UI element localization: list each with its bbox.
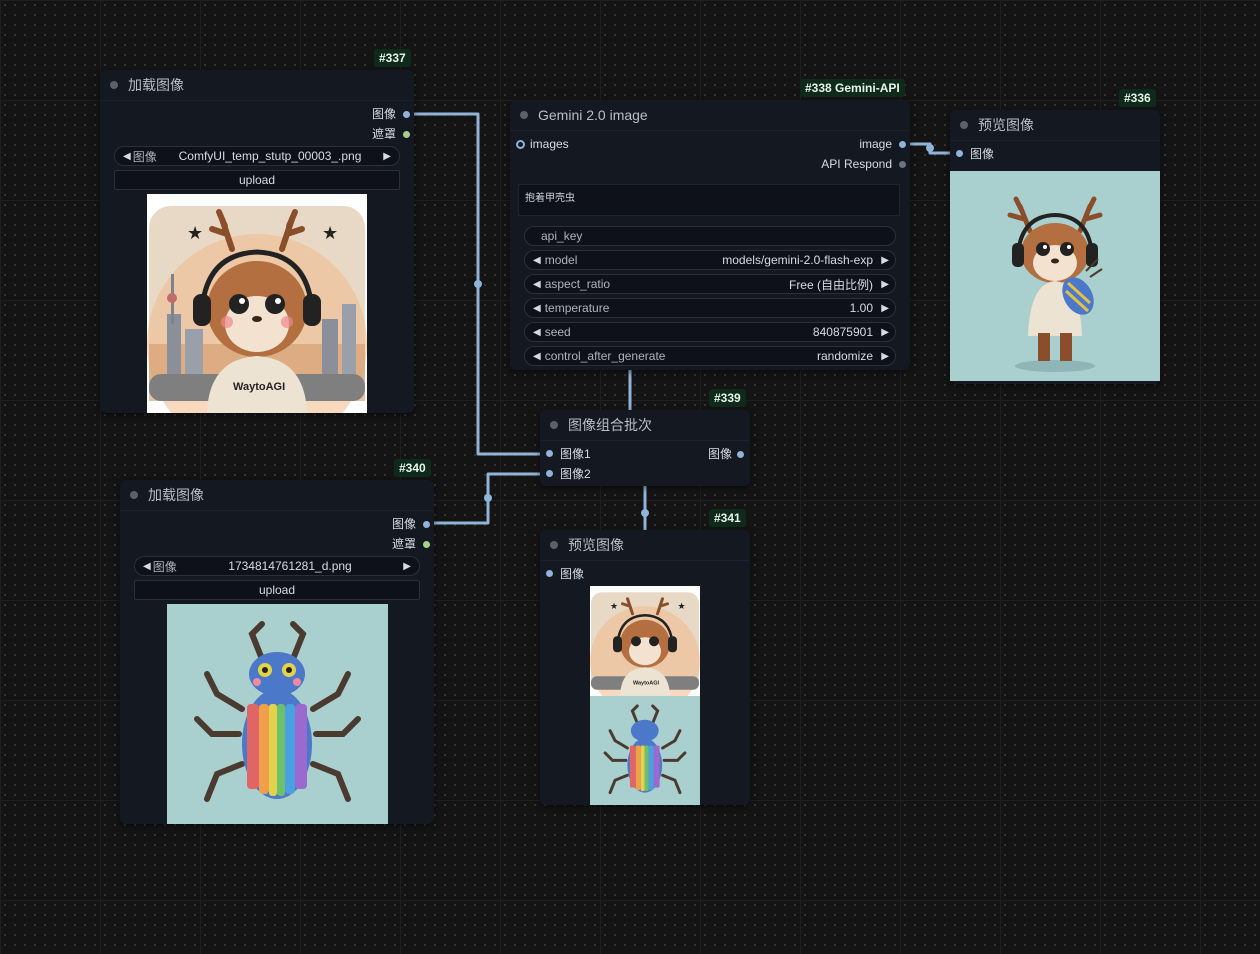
output-image-port[interactable] [737, 451, 744, 458]
output-image-port[interactable] [899, 141, 906, 148]
preview-deer-beetle-image [950, 171, 1160, 381]
input-image-label: 图像 [560, 567, 585, 581]
svg-text:★: ★ [322, 223, 338, 243]
arrow-left-icon[interactable]: ◀ [533, 351, 541, 362]
node-badge-340: #340 [394, 459, 431, 477]
arrow-left-icon[interactable]: ◀ [533, 255, 541, 266]
cag-value: randomize [816, 349, 873, 363]
input-image2-port[interactable] [546, 470, 553, 477]
node-title[interactable]: 预览图像 [950, 110, 1160, 141]
file-label: 图像 [132, 149, 157, 164]
node-title[interactable]: Gemini 2.0 image [510, 100, 910, 131]
batch-preview-image-1: ★ ★ WaytoAGI [590, 586, 700, 696]
model-value: models/gemini-2.0-flash-exp [722, 253, 873, 267]
output-image-label: image [859, 137, 892, 151]
output-image-label: 图像 [391, 517, 416, 531]
output-image-port[interactable] [403, 111, 410, 118]
output-mask-label: 遮罩 [391, 537, 416, 551]
node-badge-341: #341 [709, 509, 746, 527]
node-load-image-340[interactable]: 加载图像 图像 遮罩 ◀ 图像 1734814761281_d.png ▶ up… [120, 480, 434, 824]
image-caption: WaytoAGI [633, 680, 660, 686]
node-load-image-337[interactable]: 加载图像 图像 遮罩 ◀ 图像 ComfyUI_temp_stutp_00003… [100, 70, 414, 413]
output-image-port[interactable] [423, 521, 430, 528]
output-mask-label: 遮罩 [371, 127, 396, 141]
arrow-left-icon[interactable]: ◀ [533, 279, 541, 290]
node-preview-341[interactable]: 预览图像 图像 ★ ★ WaytoAGI [540, 530, 750, 805]
image-file-select[interactable]: ◀ 图像 ComfyUI_temp_stutp_00003_.png ▶ [114, 146, 400, 166]
seed-input[interactable]: ◀ seed 840875901 ▶ [524, 322, 896, 342]
model-label: model [544, 253, 578, 267]
input-images-port[interactable] [516, 140, 525, 149]
seed-label: seed [544, 325, 571, 339]
seed-value: 840875901 [812, 325, 873, 339]
api-key-label: api_key [541, 229, 583, 243]
input-image-label: 图像 [970, 147, 995, 161]
file-label: 图像 [152, 559, 177, 574]
node-title[interactable]: 加载图像 [120, 480, 434, 511]
arrow-left-icon[interactable]: ◀ [533, 303, 541, 314]
control-after-generate-select[interactable]: ◀ control_after_generate randomize ▶ [524, 346, 896, 366]
aspect-value: Free (自由比例) [788, 277, 873, 292]
node-badge-336: #336 [1119, 89, 1156, 107]
api-key-input[interactable]: api_key [524, 226, 896, 246]
upload-button[interactable]: upload [134, 580, 420, 600]
node-badge-337: #337 [374, 49, 411, 67]
output-image-label: 图像 [707, 447, 732, 461]
arrow-right-icon[interactable]: ▶ [881, 303, 889, 314]
arrow-left-icon[interactable]: ◀ [123, 151, 131, 162]
arrow-right-icon[interactable]: ▶ [881, 279, 889, 290]
cag-label: control_after_generate [544, 349, 666, 363]
input-image1-label: 图像1 [560, 447, 591, 461]
prompt-textarea[interactable]: 抱着甲壳虫 [518, 184, 900, 216]
temperature-value: 1.00 [849, 301, 873, 315]
batch-preview-image-2 [590, 696, 700, 805]
output-mask-port[interactable] [403, 131, 410, 138]
node-gemini-338[interactable]: Gemini 2.0 image images image API Respon… [510, 100, 910, 370]
svg-text:★: ★ [678, 601, 686, 611]
image-file-select[interactable]: ◀ 图像 1734814761281_d.png ▶ [134, 556, 420, 576]
temperature-input[interactable]: ◀ temperature 1.00 ▶ [524, 298, 896, 318]
input-image-port[interactable] [546, 570, 553, 577]
node-title[interactable]: 预览图像 [540, 530, 750, 561]
output-image-label: 图像 [371, 107, 396, 121]
input-image-port[interactable] [956, 150, 963, 157]
arrow-right-icon[interactable]: ▶ [881, 327, 889, 338]
node-image-batch-339[interactable]: 图像组合批次 图像1 图像2 图像 [540, 410, 750, 486]
model-select[interactable]: ◀ model models/gemini-2.0-flash-exp ▶ [524, 250, 896, 270]
arrow-right-icon[interactable]: ▶ [881, 255, 889, 266]
output-api-port[interactable] [899, 161, 906, 168]
svg-text:★: ★ [610, 601, 618, 611]
input-image2-label: 图像2 [560, 467, 591, 481]
input-images-label: images [530, 137, 569, 151]
node-preview-336[interactable]: 预览图像 图像 [950, 110, 1160, 384]
aspect-label: aspect_ratio [544, 277, 611, 291]
svg-text:★: ★ [187, 223, 203, 243]
arrow-left-icon[interactable]: ◀ [533, 327, 541, 338]
beetle-image [167, 604, 388, 824]
file-value: ComfyUI_temp_stutp_00003_.png [178, 149, 362, 163]
temperature-label: temperature [544, 301, 610, 315]
arrow-right-icon[interactable]: ▶ [881, 351, 889, 362]
input-image1-port[interactable] [546, 450, 553, 457]
output-api-label: API Respond [821, 157, 892, 171]
image-caption: WaytoAGI [233, 381, 285, 393]
node-badge-338: #338 Gemini-API [800, 79, 905, 97]
arrow-right-icon[interactable]: ▶ [383, 151, 391, 162]
arrow-left-icon[interactable]: ◀ [143, 561, 151, 572]
arrow-right-icon[interactable]: ▶ [403, 561, 411, 572]
deer-image: ★ ★ WaytoAGI [147, 194, 367, 413]
aspect-ratio-select[interactable]: ◀ aspect_ratio Free (自由比例) ▶ [524, 274, 896, 294]
upload-button[interactable]: upload [114, 170, 400, 190]
node-title[interactable]: 图像组合批次 [540, 410, 750, 441]
node-badge-339: #339 [709, 389, 746, 407]
file-value: 1734814761281_d.png [228, 559, 352, 573]
node-title[interactable]: 加载图像 [100, 70, 414, 101]
output-mask-port[interactable] [423, 541, 430, 548]
